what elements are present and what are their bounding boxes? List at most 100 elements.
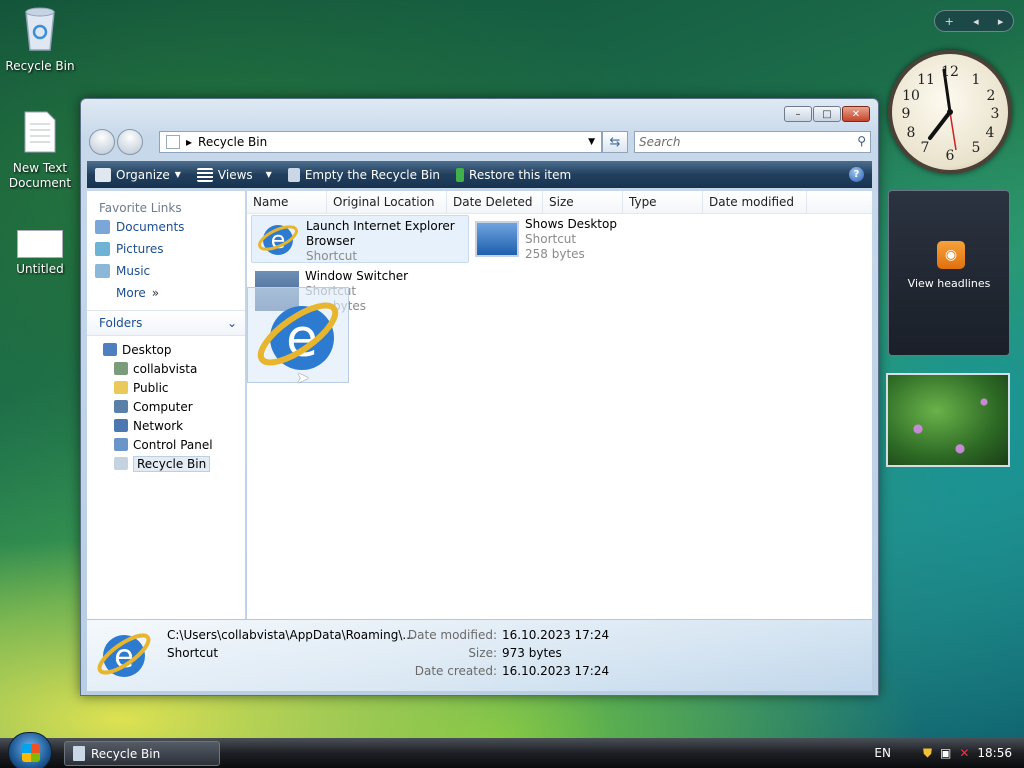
address-bar[interactable]: ▸ Recycle Bin ▼ xyxy=(159,131,602,153)
svg-text:8: 8 xyxy=(907,125,916,141)
details-size: 973 bytes xyxy=(502,646,562,660)
back-button[interactable] xyxy=(89,129,115,155)
sidebar-controls: + ◂ ▸ xyxy=(934,10,1014,32)
file-name: Launch Internet Explorer Browser xyxy=(306,219,455,248)
internet-explorer-icon: e xyxy=(93,624,155,689)
column-header-date-modified[interactable]: Date modified xyxy=(703,191,807,213)
favorite-label: Pictures xyxy=(116,242,164,256)
desktop-icon-label: Untitled xyxy=(16,262,64,276)
start-button[interactable] xyxy=(8,732,52,768)
tree-label: Control Panel xyxy=(133,437,213,452)
details-pane: e C:\Users\collabvista\AppData\Roaming\.… xyxy=(87,619,872,691)
recycle-bin-icon xyxy=(114,457,128,470)
favorite-documents[interactable]: Documents xyxy=(87,216,245,238)
tree-item-desktop[interactable]: Desktop xyxy=(87,340,245,359)
recycle-bin-icon xyxy=(0,4,80,55)
desktop-icon-label: Recycle Bin xyxy=(5,59,75,73)
file-item[interactable]: e Launch Internet Explorer Browser Short… xyxy=(251,215,469,263)
slideshow-gadget[interactable] xyxy=(886,373,1010,467)
dropdown-arrow-icon: ▼ xyxy=(265,170,272,179)
taskbar: Recycle Bin EN ⛊ ▣ ✕ 18:56 xyxy=(0,732,1024,768)
restore-item-button[interactable]: Restore this item xyxy=(448,161,579,188)
volume-muted-icon[interactable]: ✕ xyxy=(959,746,969,760)
desktop-icon-label: New Text Document xyxy=(8,161,72,190)
column-header-type[interactable]: Type xyxy=(623,191,703,213)
details-modified-label: Date modified: xyxy=(407,628,497,642)
mouse-cursor-icon: ➤ xyxy=(296,368,310,387)
organize-button[interactable]: Organize ▼ xyxy=(87,161,189,188)
feed-headlines-gadget[interactable]: ◉ View headlines xyxy=(888,190,1010,356)
rss-icon: ◉ xyxy=(937,241,965,269)
refresh-button[interactable]: ⇆ xyxy=(602,131,628,153)
column-header-date-deleted[interactable]: Date Deleted xyxy=(447,191,543,213)
tree-item-control-panel[interactable]: Control Panel xyxy=(87,435,245,454)
next-gadget-button[interactable]: ▸ xyxy=(998,15,1004,28)
file-name: Window Switcher xyxy=(305,269,409,283)
minimize-button[interactable]: – xyxy=(784,106,812,122)
breadcrumb[interactable]: Recycle Bin xyxy=(198,135,267,149)
taskbar-button-label: Recycle Bin xyxy=(91,746,161,761)
breadcrumb-arrow-icon[interactable]: ▸ xyxy=(186,135,192,149)
computer-icon xyxy=(114,400,128,413)
svg-text:4: 4 xyxy=(986,125,995,141)
svg-text:3: 3 xyxy=(991,106,1000,122)
tree-item-computer[interactable]: Computer xyxy=(87,397,245,416)
favorite-pictures[interactable]: Pictures xyxy=(87,238,245,260)
column-header-name[interactable]: Name xyxy=(247,191,327,213)
empty-recycle-bin-button[interactable]: Empty the Recycle Bin xyxy=(280,161,448,188)
maximize-button[interactable]: □ xyxy=(813,106,841,122)
show-desktop-icon xyxy=(475,221,519,257)
search-icon[interactable]: ⚲ xyxy=(857,134,866,148)
restore-arrow-icon xyxy=(456,167,465,182)
taskbar-button-recycle-bin[interactable]: Recycle Bin xyxy=(64,741,220,766)
favorite-music[interactable]: Music xyxy=(87,260,245,282)
forward-button[interactable] xyxy=(117,129,143,155)
music-icon xyxy=(95,264,110,278)
details-created: 16.10.2023 17:24 xyxy=(502,664,610,678)
view-headlines-link[interactable]: View headlines xyxy=(889,277,1009,290)
explorer-window: – □ ✕ ▸ Recycle Bin ▼ ⇆ Search ⚲ Organiz… xyxy=(80,98,879,696)
help-button[interactable]: ? xyxy=(849,167,864,182)
clock-gadget[interactable]: 12 1 2 345 678 9 10 11 xyxy=(888,50,1012,174)
favorite-more[interactable]: More » xyxy=(87,282,245,304)
language-indicator[interactable]: EN xyxy=(874,746,891,760)
desktop-icon-new-text-document[interactable]: New Text Document xyxy=(0,110,80,191)
svg-text:7: 7 xyxy=(921,140,930,156)
desktop-icon-untitled[interactable]: Untitled xyxy=(0,230,80,276)
tree-item-network[interactable]: Network xyxy=(87,416,245,435)
file-item[interactable]: Shows Desktop Shortcut 258 bytes xyxy=(475,217,655,265)
recycle-bin-small-icon xyxy=(166,135,180,149)
previous-gadget-button[interactable]: ◂ xyxy=(973,15,979,28)
window-controls: – □ ✕ xyxy=(784,106,870,122)
clock[interactable]: 18:56 xyxy=(977,746,1012,760)
tree-item-collabvista[interactable]: collabvista xyxy=(87,359,245,378)
favorite-label: More xyxy=(116,286,146,300)
chevron-down-icon[interactable]: ▼ xyxy=(588,137,595,147)
folder-icon xyxy=(114,381,128,394)
dropdown-arrow-icon: ▼ xyxy=(174,170,181,179)
views-button[interactable]: Views ▼ xyxy=(189,161,280,188)
desktop-icon-recycle-bin[interactable]: Recycle Bin xyxy=(0,4,80,73)
folders-toggle[interactable]: Folders ⌄ xyxy=(87,310,245,336)
close-button[interactable]: ✕ xyxy=(842,106,870,122)
system-tray: EN ⛊ ▣ ✕ 18:56 xyxy=(874,738,1024,768)
double-chevron-icon: » xyxy=(151,286,160,300)
tree-label: Network xyxy=(133,418,184,433)
column-header-size[interactable]: Size xyxy=(543,191,623,213)
tree-item-public[interactable]: Public xyxy=(87,378,245,397)
tree-label: Computer xyxy=(133,399,193,414)
security-shield-icon[interactable]: ⛊ xyxy=(923,746,932,761)
svg-text:9: 9 xyxy=(902,106,911,122)
column-headers: Name Original Location Date Deleted Size… xyxy=(247,191,872,214)
tree-item-recycle-bin[interactable]: Recycle Bin xyxy=(87,454,245,473)
search-input[interactable]: Search ⚲ xyxy=(634,131,871,153)
file-type: Shortcut xyxy=(306,249,358,263)
favorite-label: Music xyxy=(116,264,151,278)
windows-logo-icon xyxy=(22,744,40,762)
favorite-label: Documents xyxy=(116,220,185,234)
organize-icon xyxy=(95,167,111,182)
network-icon[interactable]: ▣ xyxy=(940,746,951,760)
column-header-original-location[interactable]: Original Location xyxy=(327,191,447,213)
documents-icon xyxy=(95,220,110,234)
add-gadget-button[interactable]: + xyxy=(945,15,954,28)
